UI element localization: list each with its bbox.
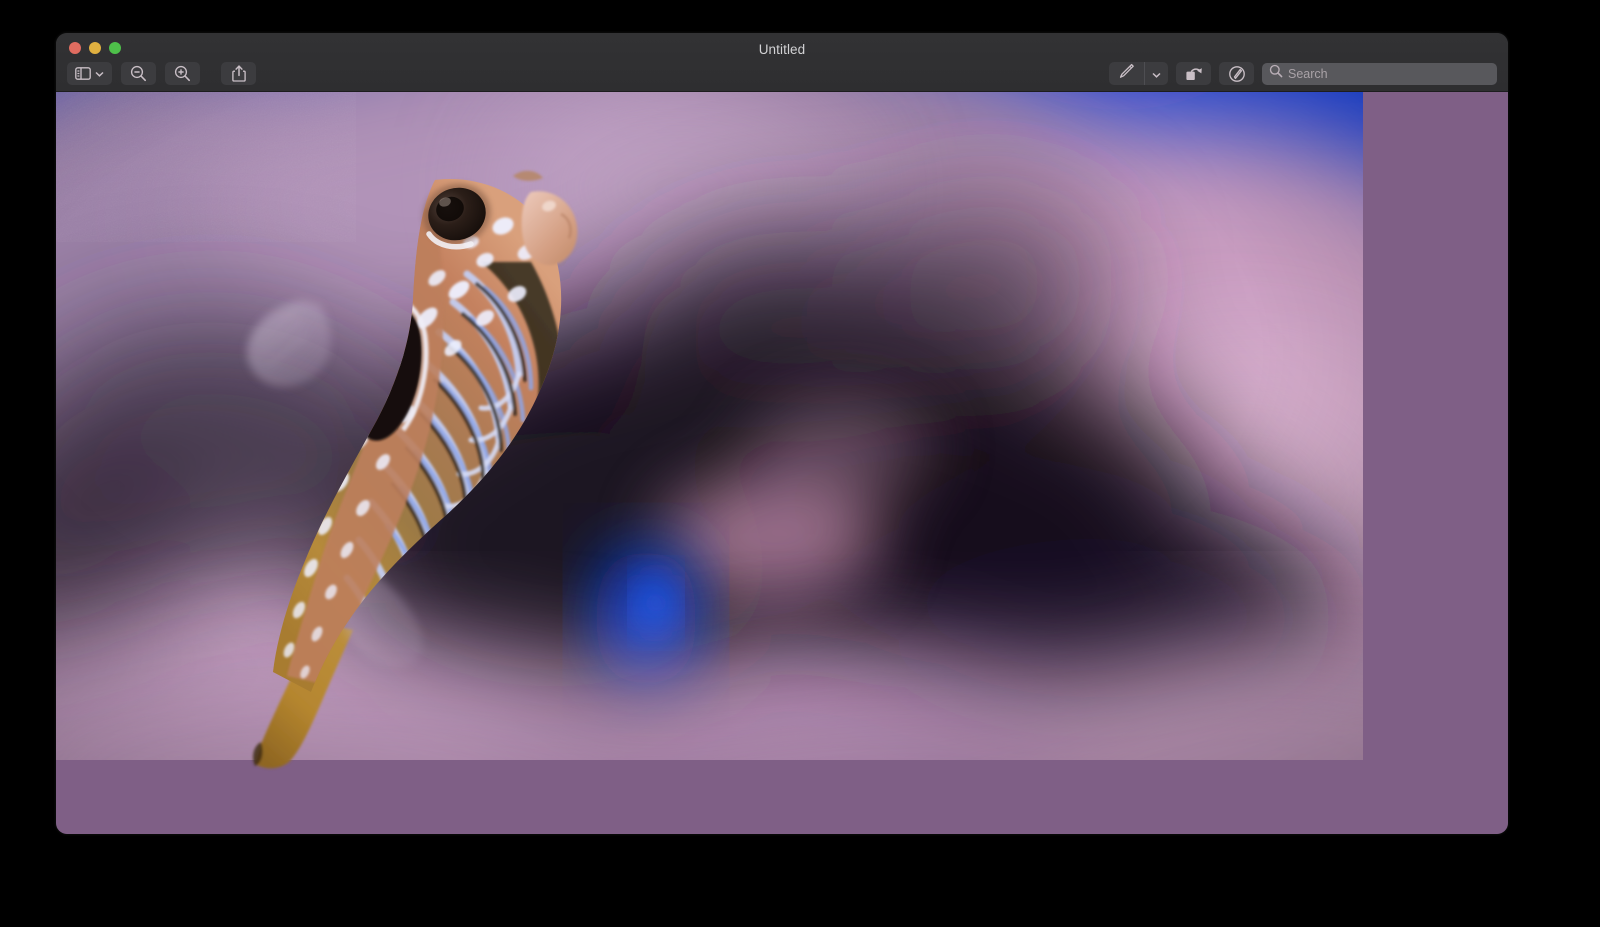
window-title: Untitled	[56, 42, 1508, 58]
annotate-button[interactable]	[1219, 62, 1254, 85]
zoom-in-icon	[174, 65, 191, 82]
fish-snout	[522, 191, 578, 265]
window-titlebar: Untitled	[56, 33, 1508, 92]
markup-options-button[interactable]	[1145, 62, 1168, 85]
chevron-down-icon	[1152, 65, 1161, 83]
pufferfish	[231, 152, 591, 772]
pectoral-fin	[247, 300, 331, 387]
zoom-out-button[interactable]	[121, 62, 156, 85]
search-field[interactable]	[1262, 63, 1497, 85]
markup-segmented-control	[1109, 62, 1168, 85]
pufferfish-photo	[56, 92, 1508, 834]
photo-canvas[interactable]	[56, 92, 1508, 834]
toolbar-left-group	[67, 62, 256, 85]
dorsal-nub	[513, 171, 543, 181]
toolbar-right-group	[1109, 62, 1497, 85]
annotate-icon	[1228, 65, 1246, 83]
markup-pen-icon	[1118, 63, 1135, 85]
search-icon	[1269, 64, 1283, 83]
preview-window: Untitled	[56, 33, 1508, 834]
share-icon	[232, 65, 246, 82]
rotate-icon	[1185, 65, 1203, 82]
sidebar-view-button[interactable]	[67, 62, 112, 85]
markup-button[interactable]	[1109, 62, 1144, 85]
desktop-background: Untitled	[0, 0, 1600, 927]
chevron-down-icon	[95, 71, 104, 77]
share-button[interactable]	[221, 62, 256, 85]
zoom-in-button[interactable]	[165, 62, 200, 85]
search-input[interactable]	[1288, 67, 1490, 81]
zoom-out-icon	[130, 65, 147, 82]
sidebar-icon	[75, 67, 91, 80]
rotate-button[interactable]	[1176, 62, 1211, 85]
